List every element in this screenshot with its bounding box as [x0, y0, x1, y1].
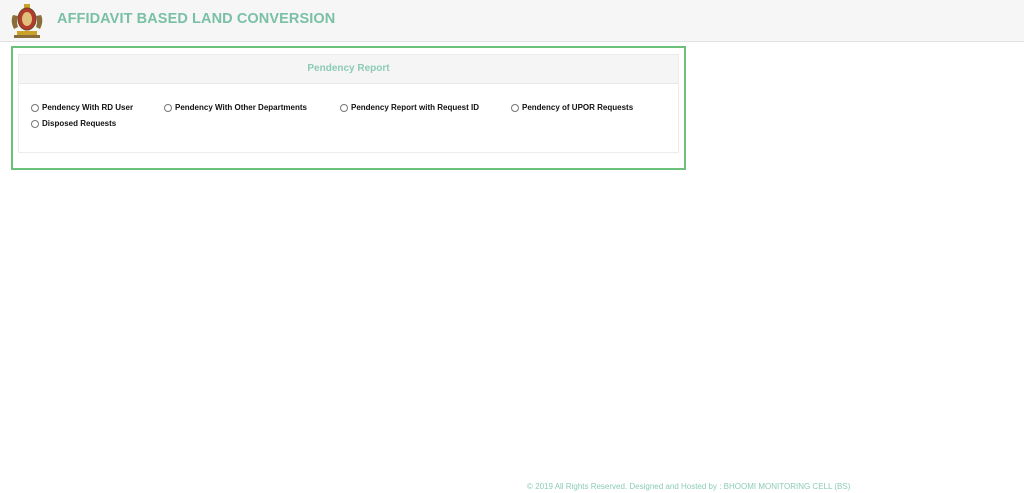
radio-pendency-rd-user[interactable]: Pendency With RD User: [31, 103, 133, 112]
radio-label: Pendency Report with Request ID: [351, 103, 480, 112]
radio-label: Disposed Requests: [42, 119, 117, 128]
radio-pendency-upor-requests[interactable]: Pendency of UPOR Requests: [511, 103, 633, 112]
radio-button[interactable]: [511, 103, 519, 112]
app-header: AFFIDAVIT BASED LAND CONVERSION: [0, 0, 1024, 42]
radio-button[interactable]: [340, 103, 348, 112]
radio-button[interactable]: [31, 119, 39, 128]
card-header: Pendency Report: [19, 55, 678, 84]
radio-disposed-requests[interactable]: Disposed Requests: [31, 119, 116, 128]
radio-label: Pendency of UPOR Requests: [522, 103, 634, 112]
radio-button[interactable]: [164, 103, 172, 112]
footer-copyright: © 2019 All Rights Reserved. Designed and…: [527, 482, 851, 491]
radio-label: Pendency With RD User: [42, 103, 134, 112]
pendency-report-panel: Pendency Report Pendency With RD User Pe…: [11, 46, 686, 170]
pendency-report-card: Pendency Report Pendency With RD User Pe…: [18, 54, 679, 153]
karnataka-emblem-icon: [11, 4, 43, 38]
radio-label: Pendency With Other Departments: [175, 103, 307, 112]
radio-button[interactable]: [31, 103, 39, 112]
radio-pendency-other-departments[interactable]: Pendency With Other Departments: [164, 103, 307, 112]
radio-pendency-request-id[interactable]: Pendency Report with Request ID: [340, 103, 479, 112]
card-title: Pendency Report: [307, 63, 390, 74]
app-title: AFFIDAVIT BASED LAND CONVERSION: [57, 11, 336, 27]
